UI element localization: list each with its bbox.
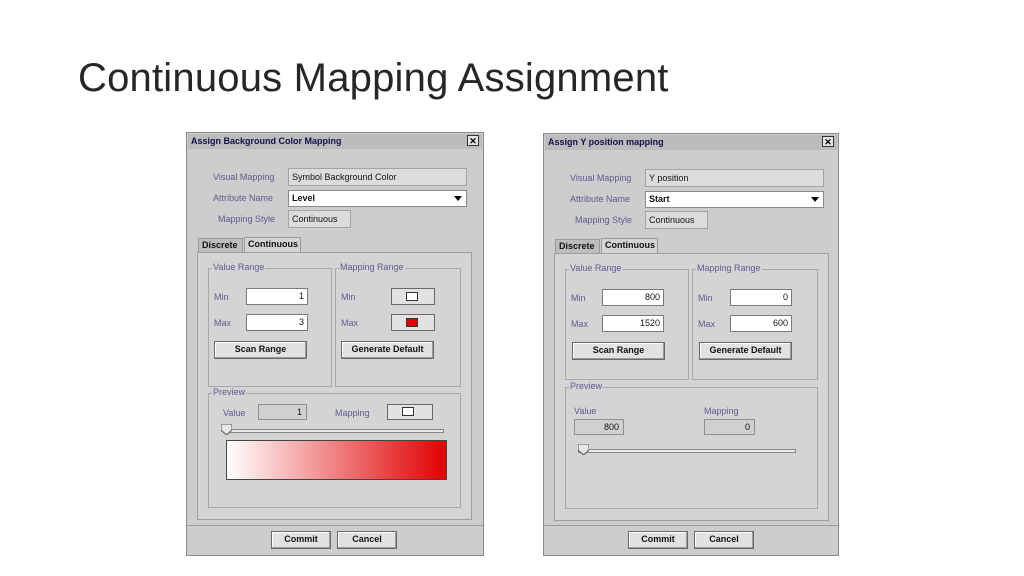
visual-mapping-field: Symbol Background Color [288,168,467,186]
mapping-max-label: Max [341,318,359,328]
preview-mapping-field: 0 [704,419,755,435]
preview-slider-thumb[interactable] [578,444,589,455]
mapping-max-label: Max [698,319,716,329]
dialog-title: Assign Background Color Mapping [191,136,342,146]
preview-slider-thumb[interactable] [221,424,232,435]
value-min-label: Min [214,292,229,302]
preview-group: Preview Value 800 Mapping 0 [565,381,818,509]
value-range-group: Value Range Min 1 Max 3 Scan Range [208,262,332,387]
preview-legend: Preview [569,381,604,391]
mapping-range-legend: Mapping Range [339,262,405,272]
value-range-legend: Value Range [569,263,623,273]
value-min-input[interactable]: 1 [246,288,308,305]
mapping-min-color-swatch [406,292,418,301]
value-range-legend: Value Range [212,262,266,272]
mapping-style-field: Continuous [645,211,708,229]
value-min-label: Min [571,293,586,303]
chevron-down-icon [811,197,819,202]
preview-value-field: 800 [574,419,624,435]
preview-mapping-swatch [402,407,414,416]
close-button[interactable]: ✕ [822,136,834,147]
tab-discrete[interactable]: Discrete [555,239,600,253]
attribute-name-label: Attribute Name [570,194,631,204]
value-max-label: Max [214,318,232,328]
preview-value-label: Value [223,408,246,418]
mapping-max-color-button[interactable] [391,314,435,331]
mapping-style-label: Mapping Style [575,215,633,225]
cancel-button[interactable]: Cancel [694,531,754,549]
visual-mapping-field: Y position [645,169,824,187]
slide-title: Continuous Mapping Assignment [78,56,669,100]
attribute-name-value: Level [292,193,316,203]
value-max-input[interactable]: 1520 [602,315,664,332]
scan-range-button[interactable]: Scan Range [572,342,665,360]
commit-button[interactable]: Commit [628,531,688,549]
footer-separator [187,525,483,526]
preview-mapping-swatch-box [387,404,433,420]
preview-value-label: Value [574,406,597,416]
value-max-input[interactable]: 3 [246,314,308,331]
value-min-input[interactable]: 800 [602,289,664,306]
preview-value-field: 1 [258,404,307,420]
mapping-max-input[interactable]: 600 [730,315,792,332]
background-color-dialog: Assign Background Color Mapping ✕ Visual… [186,132,484,556]
preview-mapping-label: Mapping [335,408,370,418]
footer-separator [544,525,838,526]
tab-continuous[interactable]: Continuous [601,238,658,254]
close-button[interactable]: ✕ [467,135,479,146]
value-max-label: Max [571,319,589,329]
preview-mapping-label: Mapping [704,406,739,416]
mapping-min-input[interactable]: 0 [730,289,792,306]
attribute-name-select[interactable]: Start [645,191,824,208]
mapping-style-field: Continuous [288,210,351,228]
attribute-name-select[interactable]: Level [288,190,467,207]
mapping-min-label: Min [698,293,713,303]
chevron-down-icon [454,196,462,201]
continuous-panel: Value Range Min 1 Max 3 Scan Range Mappi… [197,252,472,520]
cancel-button[interactable]: Cancel [337,531,397,549]
value-range-group: Value Range Min 800 Max 1520 Scan Range [565,263,689,380]
y-position-dialog: Assign Y position mapping ✕ Visual Mappi… [543,133,839,556]
dialog-title: Assign Y position mapping [548,137,664,147]
tab-continuous[interactable]: Continuous [244,237,301,253]
color-gradient-preview [226,440,447,480]
mapping-style-label: Mapping Style [218,214,276,224]
preview-legend: Preview [212,387,247,397]
title-bar: Assign Y position mapping ✕ [545,135,837,150]
visual-mapping-label: Visual Mapping [570,173,632,183]
commit-button[interactable]: Commit [271,531,331,549]
mapping-min-label: Min [341,292,356,302]
tab-discrete[interactable]: Discrete [198,238,243,252]
generate-default-button[interactable]: Generate Default [699,342,792,360]
mapping-range-legend: Mapping Range [696,263,762,273]
title-bar: Assign Background Color Mapping ✕ [188,134,482,149]
preview-slider-track [226,429,444,433]
scan-range-button[interactable]: Scan Range [214,341,307,359]
mapping-range-group: Mapping Range Min 0 Max 600 Generate Def… [692,263,818,380]
mapping-min-color-button[interactable] [391,288,435,305]
continuous-panel: Value Range Min 800 Max 1520 Scan Range … [554,253,829,521]
attribute-name-label: Attribute Name [213,193,274,203]
attribute-name-value: Start [649,194,670,204]
mapping-range-group: Mapping Range Min Max Generate Default [335,262,461,387]
generate-default-button[interactable]: Generate Default [341,341,434,359]
preview-slider-track [578,449,796,453]
visual-mapping-label: Visual Mapping [213,172,275,182]
preview-group: Preview Value 1 Mapping [208,387,461,508]
mapping-max-color-swatch [406,318,418,327]
